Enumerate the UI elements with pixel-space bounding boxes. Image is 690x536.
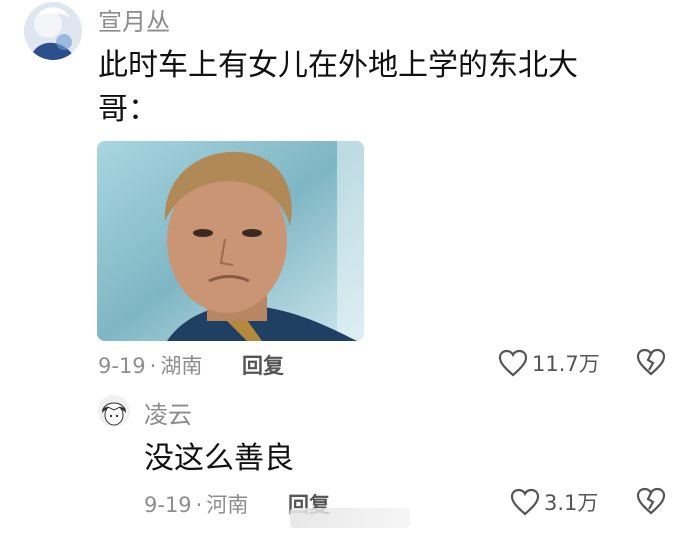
broken-heart-icon [636,348,666,376]
comment-like-button[interactable]: 11.7万 [498,348,600,378]
comment-text-line2: 哥： [98,92,158,127]
reply-meta: 9-19 · 河南 [144,489,248,519]
broken-heart-icon [636,487,666,515]
comment-date: 9-19 [98,354,146,378]
heart-icon [510,488,540,516]
reply-date: 9-19 [144,493,192,517]
commenter-username[interactable]: 宣月丛 [98,2,170,37]
comment-dislike-button[interactable] [636,348,666,380]
meta-separator: · [149,354,157,378]
comment-reply-button[interactable]: 回复 [242,350,284,380]
reply-like-button[interactable]: 3.1万 [510,487,598,517]
watermark [290,508,410,528]
reply-text: 没这么善良 [144,441,294,476]
heart-icon [498,349,528,377]
replier-avatar[interactable] [98,395,130,427]
reply-dislike-button[interactable] [636,487,666,519]
comment-like-count: 11.7万 [532,352,600,376]
commenter-avatar[interactable] [24,2,82,60]
reply-like-count: 3.1万 [544,491,599,515]
comment-meta: 9-19 · 湖南 [98,350,202,380]
replier-username[interactable]: 凌云 [144,395,192,430]
reply-location: 河南 [206,493,249,517]
comment-image[interactable] [97,141,364,341]
comment-location: 湖南 [160,354,203,378]
meta-separator: · [195,493,203,517]
comment-text-line1: 此时车上有女儿在外地上学的东北大 [98,48,578,83]
